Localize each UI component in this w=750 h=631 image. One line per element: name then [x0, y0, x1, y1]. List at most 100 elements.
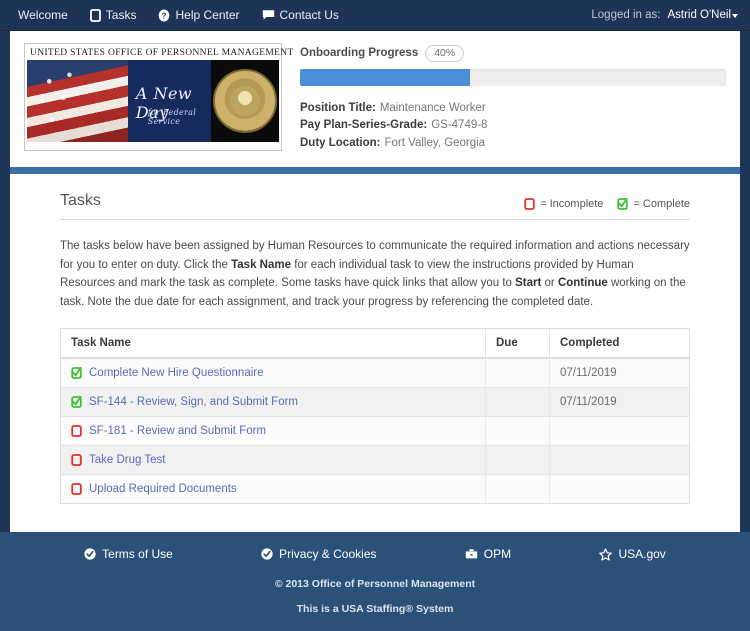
tasks-table: Task Name Due Completed Complete New Hir…	[60, 328, 690, 505]
nav-item-help-center[interactable]: ? Help Center	[158, 8, 240, 22]
footer-label-usa-gov: USA.gov	[618, 547, 666, 562]
task-due-cell	[485, 358, 550, 389]
tasks-table-body: Complete New Hire Questionnaire 07/11/201…	[60, 358, 690, 504]
table-row: SF-144 - Review, Sign, and Submit Form 07…	[60, 387, 690, 418]
opm-seal-panel	[210, 60, 279, 142]
tasks-panel: Tasks = Incomplete = Complete The tasks …	[10, 173, 740, 533]
status-legend: = Incomplete = Complete	[524, 197, 690, 210]
footer-link-usa-gov[interactable]: USA.gov	[599, 547, 666, 562]
page-frame: United States Office of Personnel Manage…	[0, 31, 750, 533]
footer-label-terms-of-use: Terms of Use	[102, 547, 173, 562]
footer-link-terms-of-use[interactable]: Terms of Use	[84, 547, 173, 561]
position-title-label: Position Title:	[300, 101, 376, 114]
opm-banner-caption: United States Office of Personnel Manage…	[30, 48, 294, 58]
nav-item-welcome[interactable]: Welcome	[18, 8, 68, 22]
position-info-row: Pay Plan-Series-Grade: GS-4749-8	[300, 117, 726, 135]
task-completed-cell	[549, 474, 690, 504]
user-menu-button[interactable]: Astrid O'Neil	[667, 9, 738, 21]
intro-bold-continue: Continue	[557, 277, 608, 290]
progress-title: Onboarding Progress	[300, 47, 419, 60]
duty-location-label: Duty Location:	[300, 137, 381, 150]
pay-plan-value: GS-4749-8	[431, 119, 488, 132]
table-row: Take Drug Test	[60, 445, 690, 476]
progress-percent-badge: 40%	[425, 45, 465, 62]
legend-complete-label: = Complete	[633, 197, 690, 210]
star-icon	[599, 548, 613, 561]
table-row: Upload Required Documents	[60, 474, 690, 504]
user-session-area: Logged in as: Astrid O'Neil	[591, 9, 738, 21]
svg-text:?: ?	[162, 11, 167, 20]
footer-copyright: © 2013 Office of Personnel Management	[274, 578, 476, 591]
complete-check-square-icon	[71, 367, 82, 380]
help-circle-icon: ?	[158, 9, 170, 22]
legend-incomplete-label: = Incomplete	[540, 197, 604, 210]
opm-banner-art: A New Day for Federal Service	[27, 60, 279, 142]
task-due-cell	[485, 416, 550, 447]
legend-complete: = Complete	[617, 197, 690, 210]
task-completed-cell: 07/11/2019	[549, 387, 690, 418]
duty-location-value: Fort Valley, Georgia	[384, 137, 486, 150]
opm-seal-icon	[212, 69, 277, 133]
tasks-icon	[89, 8, 101, 22]
top-navigation-bar: Welcome Tasks ? Help Center Contact Us L…	[0, 0, 750, 31]
legend-incomplete: = Incomplete	[524, 198, 603, 210]
task-due-cell	[485, 474, 550, 504]
position-info-row: Position Title: Maintenance Worker	[300, 100, 726, 118]
opm-slogan-line2: for Federal Service	[147, 108, 197, 126]
position-info-list: Position Title: Maintenance Worker Pay Pl…	[300, 100, 726, 153]
task-completed-cell	[549, 445, 690, 476]
complete-check-square-icon	[71, 396, 82, 409]
check-circle-icon	[261, 548, 273, 561]
nav-label-welcome: Welcome	[18, 8, 68, 22]
table-header-row: Task Name Due Completed	[60, 328, 690, 360]
task-name-cell: Upload Required Documents	[60, 474, 486, 504]
footer-label-privacy-cookies: Privacy & Cookies	[279, 547, 377, 562]
nav-label-contact-us: Contact Us	[279, 8, 339, 22]
footer-link-privacy-cookies[interactable]: Privacy & Cookies	[261, 547, 377, 562]
intro-part-3: or	[541, 277, 558, 290]
tasks-intro-paragraph: The tasks below have been assigned by Hu…	[60, 237, 690, 312]
header-panel: United States Office of Personnel Manage…	[10, 31, 740, 167]
task-name-link[interactable]: Complete New Hire Questionnaire	[89, 367, 264, 379]
column-header-task-name: Task Name	[60, 328, 486, 360]
logged-in-label: Logged in as:	[591, 9, 661, 21]
user-name-label: Astrid O'Neil	[667, 9, 731, 21]
column-header-completed: Completed	[549, 328, 690, 360]
task-due-cell	[485, 445, 550, 476]
task-name-link[interactable]: Upload Required Documents	[89, 483, 237, 495]
nav-label-help-center: Help Center	[175, 8, 240, 22]
task-name-link[interactable]: SF-144 - Review, Sign, and Submit Form	[89, 396, 298, 408]
progress-bar-track	[300, 68, 726, 86]
task-name-cell: Take Drug Test	[60, 445, 486, 476]
panel-divider	[10, 166, 740, 174]
incomplete-square-icon	[71, 425, 82, 438]
page-footer: Terms of Use Privacy & Cookies OPM USA.g…	[0, 532, 750, 631]
nav-item-contact-us[interactable]: Contact Us	[262, 8, 339, 22]
chevron-down-icon	[732, 14, 738, 18]
progress-bar-fill	[300, 68, 471, 86]
briefcase-icon	[465, 548, 478, 560]
pay-plan-label: Pay Plan-Series-Grade:	[300, 119, 428, 132]
header-panel-inner: United States Office of Personnel Manage…	[10, 31, 740, 167]
table-row: Complete New Hire Questionnaire 07/11/201…	[60, 358, 690, 389]
task-due-cell	[485, 387, 550, 418]
us-flag-image	[27, 60, 128, 142]
progress-header: Onboarding Progress 40%	[300, 45, 726, 62]
task-name-cell: Complete New Hire Questionnaire	[60, 358, 486, 389]
intro-bold-task-name: Task Name	[231, 258, 291, 271]
speech-bubble-icon	[262, 9, 275, 21]
complete-check-square-icon	[617, 197, 629, 210]
task-name-link[interactable]: Take Drug Test	[89, 454, 166, 466]
position-title-value: Maintenance Worker	[379, 101, 486, 114]
footer-link-opm[interactable]: OPM	[465, 547, 511, 561]
check-circle-icon	[84, 548, 96, 561]
onboarding-progress-section: Onboarding Progress 40% Position Title: M…	[300, 43, 726, 153]
task-name-cell: SF-144 - Review, Sign, and Submit Form	[60, 387, 486, 418]
nav-items: Welcome Tasks ? Help Center Contact Us	[18, 8, 339, 22]
task-completed-cell	[549, 416, 690, 447]
incomplete-square-icon	[71, 483, 82, 496]
nav-item-tasks[interactable]: Tasks	[89, 8, 136, 22]
task-name-link[interactable]: SF-181 - Review and Submit Form	[89, 425, 266, 437]
task-completed-cell: 07/11/2019	[549, 358, 690, 389]
incomplete-square-icon	[71, 454, 82, 467]
